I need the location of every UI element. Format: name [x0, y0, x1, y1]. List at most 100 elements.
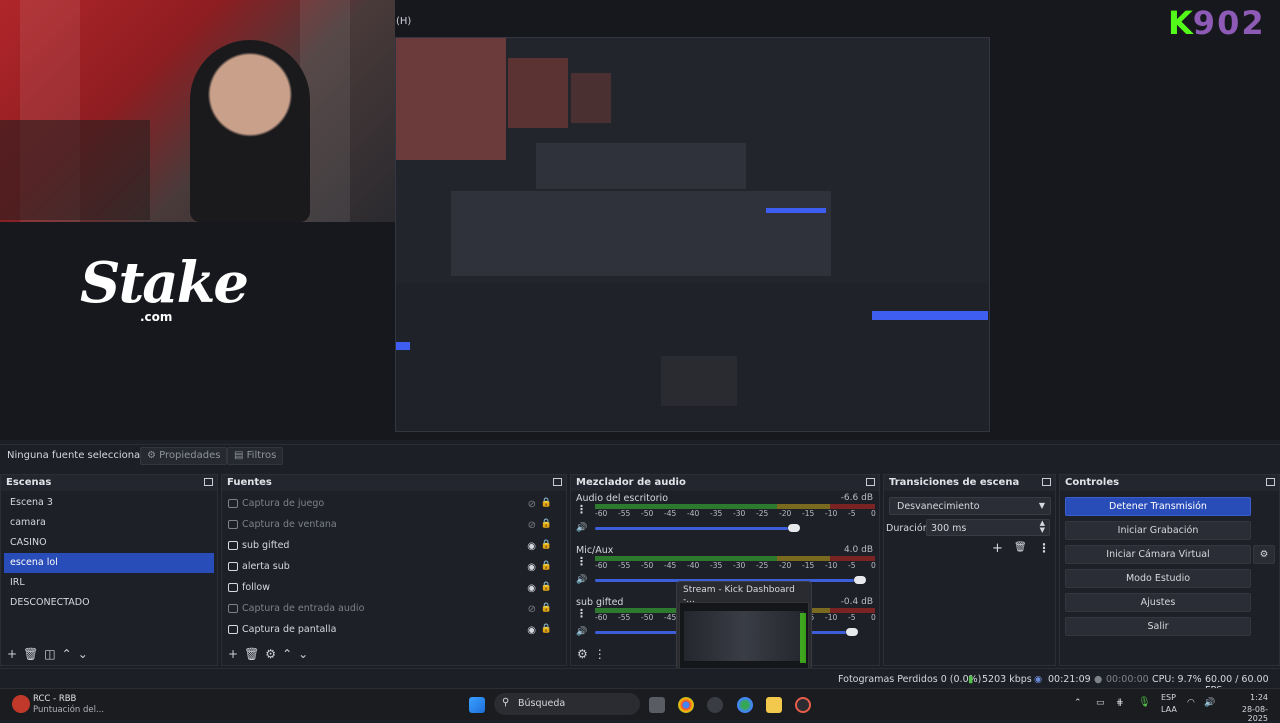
stake-logo-sub: .com	[140, 310, 173, 324]
chevron-up-icon[interactable]: ⌃	[1074, 698, 1082, 708]
menu-dots-icon[interactable]: ⋮	[576, 607, 587, 620]
chevron-up-icon[interactable]: ⌃	[282, 647, 292, 661]
scene-item[interactable]: CASINO	[4, 533, 214, 553]
add-icon[interactable]: +	[7, 647, 17, 661]
scene-item[interactable]: Escena 3	[4, 493, 214, 513]
scene-item[interactable]: IRL	[4, 573, 214, 593]
filters-button[interactable]: ▤ Filtros	[227, 447, 284, 465]
menu-dots-icon[interactable]: ⋮	[594, 647, 606, 661]
popout-icon[interactable]	[1266, 478, 1275, 486]
media-player-icon[interactable]	[795, 697, 811, 713]
chevron-down-icon[interactable]: ⌄	[298, 647, 308, 661]
popout-icon[interactable]	[204, 478, 213, 486]
scene-item[interactable]: camara	[4, 513, 214, 533]
chrome-profile-icon[interactable]	[737, 697, 753, 713]
popout-icon[interactable]	[553, 478, 562, 486]
studio-mode-button[interactable]: Modo Estudio	[1065, 569, 1251, 588]
menu-dots-icon[interactable]: ⋮	[576, 503, 587, 516]
stepper-icon[interactable]: ▲ ▼	[1040, 520, 1045, 534]
streamer-figure	[190, 40, 310, 222]
chevron-up-icon[interactable]: ⌃	[62, 647, 72, 661]
network-icon[interactable]: ⋕	[1116, 698, 1124, 708]
start-virtual-camera-button[interactable]: Iniciar Cámara Virtual	[1065, 545, 1251, 564]
source-item[interactable]: alerta sub ◉ 🔒	[222, 556, 566, 577]
scene-item[interactable]: DESCONECTADO	[4, 593, 214, 613]
taskbar-clock[interactable]: 1:24	[1224, 693, 1268, 702]
duration-input[interactable]: 300 ms ▲ ▼	[926, 519, 1050, 536]
meter-tick: -45	[664, 509, 677, 518]
add-icon[interactable]: +	[228, 647, 238, 661]
volume-slider-handle[interactable]	[846, 628, 858, 636]
source-item[interactable]: Captura de ventana ⊘ 🔒	[222, 514, 566, 535]
scenes-footer: + 🗑 ◫ ⌃ ⌄	[1, 643, 217, 665]
gear-icon[interactable]: ⚙	[577, 647, 588, 661]
battery-icon[interactable]: ▭	[1096, 698, 1105, 708]
source-type-icon	[228, 520, 238, 529]
source-item[interactable]: Captura de pantalla ◉ 🔒	[222, 619, 566, 640]
properties-button[interactable]: ⚙ Propiedades	[140, 447, 228, 465]
taskbar-search[interactable]: ⚲ Búsqueda	[494, 693, 640, 715]
start-recording-button[interactable]: Iniciar Grabación	[1065, 521, 1251, 540]
meter-tick: -10	[825, 613, 838, 622]
eye-icon[interactable]: ⊘	[528, 520, 536, 531]
trash-icon[interactable]: 🗑	[1014, 542, 1027, 553]
sources-dock: Fuentes Captura de juego ⊘ 🔒 Captura de ven…	[221, 474, 567, 666]
lock-icon[interactable]: 🔒	[541, 519, 552, 529]
scene-item[interactable]: escena lol	[4, 553, 214, 573]
menu-dots-icon[interactable]: ⋮	[1038, 541, 1050, 555]
lock-icon[interactable]: 🔒	[541, 582, 552, 592]
microphone-icon[interactable]: 🎙	[1138, 697, 1151, 708]
trash-icon[interactable]: 🗑	[244, 647, 259, 661]
popout-icon[interactable]	[1042, 478, 1051, 486]
obs-icon[interactable]	[707, 697, 723, 713]
popout-icon[interactable]	[866, 478, 875, 486]
meter-tick: -45	[664, 613, 677, 622]
exit-button[interactable]: Salir	[1065, 617, 1251, 636]
chrome-icon[interactable]	[678, 697, 694, 713]
stop-streaming-button[interactable]: Detener Transmisión	[1065, 497, 1251, 516]
file-explorer-icon[interactable]	[766, 697, 782, 713]
taskbar-thumbnail-preview[interactable]: Stream - Kick Dashboard -...	[676, 581, 812, 675]
eye-icon[interactable]: ⊘	[528, 604, 536, 615]
virtual-camera-settings-button[interactable]: ⚙	[1253, 545, 1275, 564]
source-item[interactable]: Captura de entrada audio ⊘ 🔒	[222, 598, 566, 619]
transition-select[interactable]: Desvanecimiento ▼	[889, 497, 1051, 515]
source-item[interactable]: follow ◉ 🔒	[222, 577, 566, 598]
speaker-icon[interactable]: 🔊	[1204, 698, 1215, 708]
eye-icon[interactable]: ◉	[527, 625, 536, 636]
source-item[interactable]: sub gifted ◉ 🔒	[222, 535, 566, 556]
source-type-icon	[228, 604, 238, 613]
language-secondary: LAA	[1161, 705, 1177, 714]
menu-dots-icon[interactable]: ⋮	[576, 555, 587, 568]
eye-icon[interactable]: ◉	[527, 541, 536, 552]
trash-icon[interactable]: 🗑	[23, 647, 38, 661]
speaker-icon[interactable]: 🔊	[576, 575, 587, 585]
lock-icon[interactable]: 🔒	[541, 498, 552, 508]
add-icon[interactable]: +	[992, 541, 1003, 556]
volume-slider-handle[interactable]	[788, 524, 800, 532]
speaker-icon[interactable]: 🔊	[576, 627, 587, 637]
lock-icon[interactable]: 🔒	[541, 624, 552, 634]
gear-icon: ⚙	[147, 450, 156, 461]
task-view-icon[interactable]	[649, 697, 665, 713]
filter-icon[interactable]: ◫	[44, 647, 55, 661]
search-icon: ⚲	[502, 697, 510, 708]
chevron-down-icon[interactable]: ⌄	[78, 647, 88, 661]
source-item[interactable]: Captura de juego ⊘ 🔒	[222, 493, 566, 514]
lock-icon[interactable]: 🔒	[541, 603, 552, 613]
speaker-icon[interactable]: 🔊	[576, 523, 587, 533]
eye-icon[interactable]: ◉	[527, 583, 536, 594]
eye-icon[interactable]: ⊘	[528, 499, 536, 510]
app-icon[interactable]	[12, 695, 30, 713]
lock-icon[interactable]: 🔒	[541, 561, 552, 571]
transitions-dock-header: Transiciones de escena	[884, 475, 1055, 491]
volume-slider[interactable]	[595, 527, 788, 530]
eye-icon[interactable]: ◉	[527, 562, 536, 573]
wifi-icon[interactable]: ◠	[1187, 698, 1195, 708]
windows-start-icon[interactable]	[469, 697, 485, 713]
volume-slider-handle[interactable]	[854, 576, 866, 584]
lock-icon[interactable]: 🔒	[541, 540, 552, 550]
gear-icon[interactable]: ⚙	[265, 647, 276, 661]
settings-button[interactable]: Ajustes	[1065, 593, 1251, 612]
language-primary[interactable]: ESP	[1161, 693, 1176, 702]
